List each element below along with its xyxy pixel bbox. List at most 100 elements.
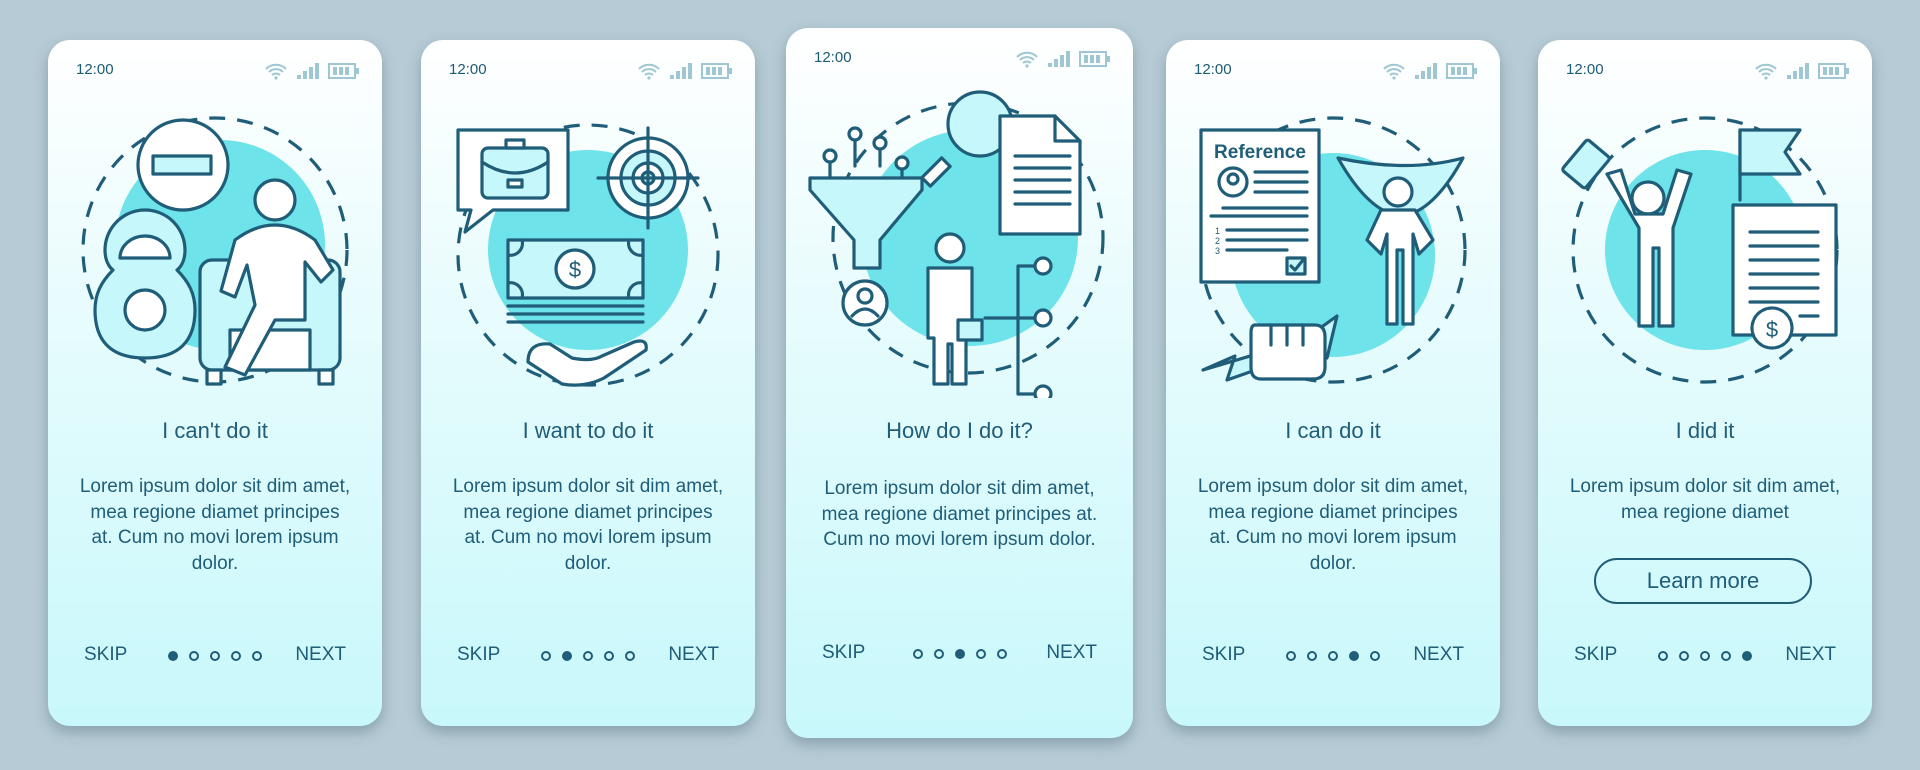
- dollar-sign: $: [1766, 317, 1778, 342]
- learn-more-button[interactable]: Learn more: [1594, 558, 1812, 604]
- page-dot-1[interactable]: [168, 651, 178, 661]
- page-dot-3[interactable]: [583, 651, 593, 661]
- battery-icon: [701, 63, 732, 79]
- screen-description: Lorem ipsum dolor sit dim amet, mea regi…: [1569, 476, 1841, 523]
- screen-title: I can't do it: [162, 418, 268, 443]
- page-dot-2[interactable]: [189, 651, 199, 661]
- page-dot-3[interactable]: [954, 649, 965, 659]
- clock: 12:00: [1194, 61, 1232, 78]
- page-dot-1[interactable]: [541, 651, 551, 661]
- page-dot-4[interactable]: [231, 651, 241, 661]
- reference-label: Reference: [1214, 142, 1306, 163]
- signal-icon: [1787, 63, 1809, 79]
- status-bar: 12:00: [1566, 60, 1850, 80]
- list-number-2: 2: [1215, 236, 1220, 246]
- page-dot-3[interactable]: [210, 651, 220, 661]
- page-dot-2[interactable]: [562, 651, 572, 661]
- page-dot-3[interactable]: [1328, 651, 1338, 661]
- page-dot-2[interactable]: [1307, 651, 1317, 661]
- wifi-icon: [265, 63, 287, 80]
- page-dot-2[interactable]: [1679, 651, 1689, 661]
- list-number-1: 1: [1215, 226, 1220, 236]
- onboarding-footer: SKIP NEXT: [48, 644, 382, 672]
- page-dot-4[interactable]: [604, 651, 614, 661]
- battery-icon: [328, 63, 359, 79]
- minus-sign-icon: [136, 118, 230, 212]
- signal-icon: [670, 63, 692, 79]
- wifi-icon: [1016, 51, 1038, 68]
- screen-description: Lorem ipsum dolor sit dim amet, mea regi…: [452, 476, 724, 574]
- page-dot-1[interactable]: [1658, 651, 1668, 661]
- skip-button[interactable]: SKIP: [1574, 644, 1617, 666]
- screen-description: Lorem ipsum dolor sit dim amet, mea regi…: [821, 478, 1098, 550]
- clock: 12:00: [76, 61, 114, 78]
- kettlebell-icon: [93, 208, 197, 360]
- page-indicator: [1286, 651, 1380, 661]
- skip-button[interactable]: SKIP: [822, 642, 865, 664]
- wifi-icon: [1383, 63, 1405, 80]
- page-dot-4[interactable]: [1349, 651, 1359, 661]
- page-dot-5[interactable]: [1742, 651, 1752, 661]
- page-indicator: [168, 651, 262, 661]
- page-dot-4[interactable]: [975, 649, 986, 659]
- wifi-icon: [1755, 63, 1777, 80]
- page-dot-5[interactable]: [996, 649, 1007, 659]
- next-button[interactable]: NEXT: [1413, 644, 1464, 666]
- signal-icon: [1415, 63, 1437, 79]
- status-bar: 12:00: [449, 60, 733, 80]
- onboarding-footer: SKIP NEXT: [421, 644, 755, 672]
- page-dot-5[interactable]: [252, 651, 262, 661]
- onboarding-screen-1: 12:00 I can't do it Lorem ipsum dolor si…: [48, 40, 382, 726]
- onboarding-screen-3: 12:00 How do I do it? Lorem ipsum dolor …: [786, 28, 1133, 738]
- battery-icon: [1818, 63, 1849, 79]
- fist-lightning-icon: [1201, 314, 1339, 382]
- illustration-want-to-do-it: $: [421, 100, 755, 430]
- next-button[interactable]: NEXT: [1785, 644, 1836, 666]
- status-bar: 12:00: [814, 48, 1111, 68]
- next-button[interactable]: NEXT: [295, 644, 346, 666]
- certificate-icon: $: [1731, 203, 1838, 350]
- screen-title: I want to do it: [522, 418, 654, 443]
- skip-button[interactable]: SKIP: [1202, 644, 1245, 666]
- battery-icon: [1079, 51, 1110, 67]
- reference-document-icon: Reference 1 2 3: [1199, 128, 1321, 284]
- page-dot-3[interactable]: [1700, 651, 1710, 661]
- page-indicator: [541, 651, 635, 661]
- signal-icon: [297, 63, 319, 79]
- wifi-icon: [638, 63, 660, 80]
- page-dot-1[interactable]: [1286, 651, 1296, 661]
- onboarding-screen-5: 12:00 $ I did it Lorem ipsum dolor sit d…: [1538, 40, 1872, 726]
- onboarding-screen-4: 12:00 Reference 1 2 3 I can do it Lorem …: [1166, 40, 1500, 726]
- page-dot-5[interactable]: [1370, 651, 1380, 661]
- illustration-how-do-i-do-it: [786, 88, 1133, 418]
- battery-icon: [1446, 63, 1477, 79]
- page-dot-2[interactable]: [933, 649, 944, 659]
- screen-title: I can do it: [1285, 418, 1381, 443]
- skip-button[interactable]: SKIP: [84, 644, 127, 666]
- dollar-sign: $: [569, 257, 581, 282]
- illustration-did-it: $: [1538, 100, 1872, 430]
- skip-button[interactable]: SKIP: [457, 644, 500, 666]
- screen-description: Lorem ipsum dolor sit dim amet, mea regi…: [79, 476, 351, 574]
- page-indicator: [912, 649, 1007, 659]
- onboarding-footer: SKIP NEXT: [1166, 644, 1500, 672]
- clock: 12:00: [814, 49, 852, 66]
- illustration-can-do-it: Reference 1 2 3: [1166, 100, 1500, 430]
- screen-title: How do I do it?: [886, 418, 1033, 443]
- next-button[interactable]: NEXT: [668, 644, 719, 666]
- clock: 12:00: [449, 61, 487, 78]
- page-dot-4[interactable]: [1721, 651, 1731, 661]
- status-bar: 12:00: [76, 60, 360, 80]
- onboarding-footer: SKIP NEXT: [786, 642, 1133, 670]
- next-button[interactable]: NEXT: [1046, 642, 1097, 664]
- list-number-3: 3: [1215, 246, 1220, 256]
- onboarding-footer: SKIP NEXT: [1538, 644, 1872, 672]
- page-indicator: [1658, 651, 1752, 661]
- status-bar: 12:00: [1194, 60, 1478, 80]
- document-icon: [997, 114, 1082, 236]
- screen-description: Lorem ipsum dolor sit dim amet, mea regi…: [1197, 476, 1469, 574]
- user-avatar-icon: [840, 279, 889, 327]
- clock: 12:00: [1566, 61, 1604, 78]
- page-dot-5[interactable]: [625, 651, 635, 661]
- page-dot-1[interactable]: [912, 649, 923, 659]
